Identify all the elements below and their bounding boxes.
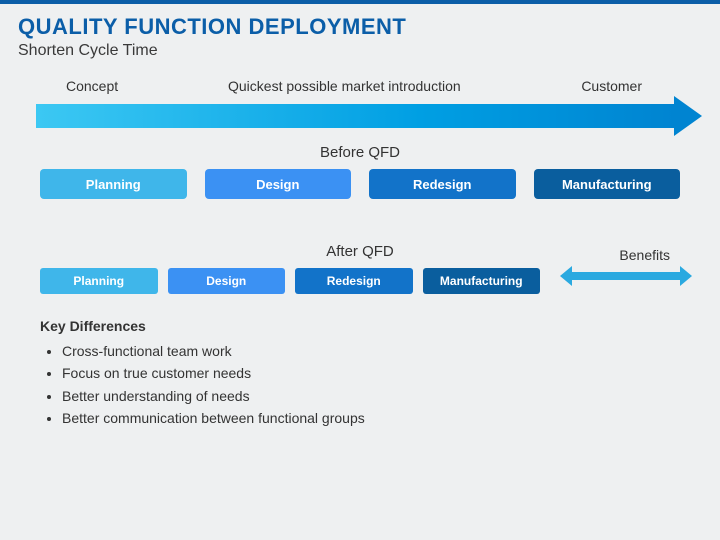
- timeline-labels: Concept Quickest possible market introdu…: [18, 78, 702, 98]
- key-differences-heading: Key Differences: [40, 318, 720, 334]
- after-stage-planning: Planning: [40, 268, 158, 294]
- timeline-start-label: Concept: [66, 78, 118, 94]
- arrow-head-icon: [674, 96, 702, 136]
- list-item: Cross-functional team work: [62, 340, 720, 362]
- list-item: Better communication between functional …: [62, 407, 720, 429]
- before-stage-planning: Planning: [40, 169, 187, 199]
- after-stage-manufacturing: Manufacturing: [423, 268, 541, 294]
- accent-bar: [0, 0, 720, 4]
- before-stage-redesign: Redesign: [369, 169, 516, 199]
- arrow-right-icon: [680, 266, 692, 286]
- before-stage-row: Planning Design Redesign Manufacturing: [40, 169, 680, 199]
- before-stage-design: Design: [205, 169, 352, 199]
- after-stage-redesign: Redesign: [295, 268, 413, 294]
- page-title: QUALITY FUNCTION DEPLOYMENT: [18, 14, 720, 40]
- arrow-left-icon: [560, 266, 572, 286]
- after-qfd-label: After QFD: [0, 243, 720, 260]
- timeline-end-label: Customer: [581, 78, 642, 94]
- benefits-label: Benefits: [619, 247, 670, 263]
- before-qfd-label: Before QFD: [0, 144, 720, 161]
- benefits-arrow-shaft: [572, 272, 680, 280]
- before-stage-manufacturing: Manufacturing: [534, 169, 681, 199]
- list-item: Focus on true customer needs: [62, 362, 720, 384]
- benefits-arrow: [560, 269, 692, 283]
- timeline-arrow: [18, 104, 702, 128]
- after-stage-design: Design: [168, 268, 286, 294]
- key-differences-list: Cross-functional team work Focus on true…: [62, 340, 720, 430]
- timeline-center-label: Quickest possible market introduction: [228, 78, 461, 94]
- after-stage-row: Planning Design Redesign Manufacturing: [40, 268, 540, 294]
- page-subtitle: Shorten Cycle Time: [18, 42, 720, 60]
- key-differences: Key Differences Cross-functional team wo…: [40, 318, 720, 430]
- list-item: Better understanding of needs: [62, 385, 720, 407]
- arrow-shaft: [36, 104, 676, 128]
- after-section: After QFD Planning Design Redesign Manuf…: [0, 243, 720, 294]
